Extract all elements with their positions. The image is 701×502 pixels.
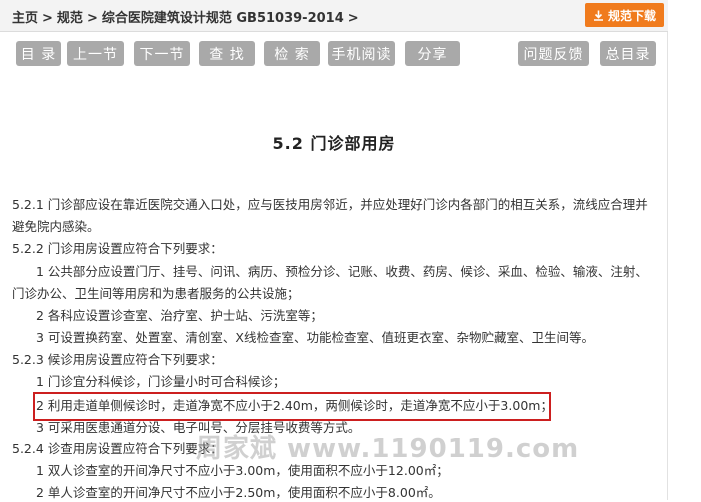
watermark: 周家斌 www.1190119.com <box>196 434 580 464</box>
breadcrumb-bar: 主页 > 规范 > 综合医院建筑设计规范 GB51039-2014 > 规范下载 <box>0 0 668 32</box>
download-button-label: 规范下载 <box>607 8 656 23</box>
mobile-reading-button[interactable]: 手机阅读 <box>328 41 395 66</box>
clause-heading: 5.2.3 候诊用房设置应符合下列要求： <box>12 352 223 367</box>
breadcrumb: 主页 > 规范 > 综合医院建筑设计规范 GB51039-2014 > <box>12 7 363 26</box>
find-button[interactable]: 查 找 <box>199 41 255 66</box>
table-of-contents-button[interactable]: 总目录 <box>600 41 656 66</box>
download-standard-button[interactable]: 规范下载 <box>585 3 664 27</box>
breadcrumb-separator: > <box>86 11 98 26</box>
clause-item: 2 各科应设置诊查室、治疗室、护士站、污洗室等； <box>36 308 323 323</box>
clause-text: 5.2.1 门诊部应设在靠近医院交通入口处，应与医技用房邻近，并应处理好门诊内各… <box>12 197 648 212</box>
clause-item: 1 公共部分应设置门厅、挂号、问讯、病历、预检分诊、记账、收费、药房、候诊、采血… <box>36 264 648 279</box>
section-title: 5.2 门诊部用房 <box>272 134 396 153</box>
clause-heading: 5.2.2 门诊用房设置应符合下列要求： <box>12 241 223 256</box>
search-button[interactable]: 检 索 <box>264 41 320 66</box>
download-icon <box>593 10 603 21</box>
clause-item: 1 门诊宜分科候诊，门诊量小时可合科候诊； <box>36 374 286 389</box>
highlight-annotation-box <box>33 392 551 421</box>
next-section-button[interactable]: 下一节 <box>134 41 190 66</box>
feedback-button[interactable]: 问题反馈 <box>518 41 589 66</box>
breadcrumb-separator: > <box>347 11 359 26</box>
clause-item: 2 单人诊查室的开间净尺寸不应小于2.50m，使用面积不应小于8.00㎡。 <box>36 485 441 500</box>
breadcrumb-home[interactable]: 主页 <box>12 11 38 26</box>
clause-heading: 5.2.4 诊查用房设置应符合下列要求： <box>12 441 223 456</box>
share-button[interactable]: 分享 <box>405 41 460 66</box>
breadcrumb-separator: > <box>42 11 53 26</box>
clause-text: 避免院内感染。 <box>12 219 100 234</box>
breadcrumb-standards[interactable]: 规范 <box>57 11 83 26</box>
previous-section-button[interactable]: 上一节 <box>67 41 124 66</box>
catalog-button[interactable]: 目 录 <box>16 41 61 66</box>
clause-item: 3 可设置换药室、处置室、清创室、X线检查室、功能检查室、值班更衣室、杂物贮藏室… <box>36 330 594 345</box>
clause-item: 门诊办公、卫生间等用房和为患者服务的公共设施； <box>12 286 300 301</box>
breadcrumb-current-standard[interactable]: 综合医院建筑设计规范 GB51039-2014 <box>102 11 344 26</box>
